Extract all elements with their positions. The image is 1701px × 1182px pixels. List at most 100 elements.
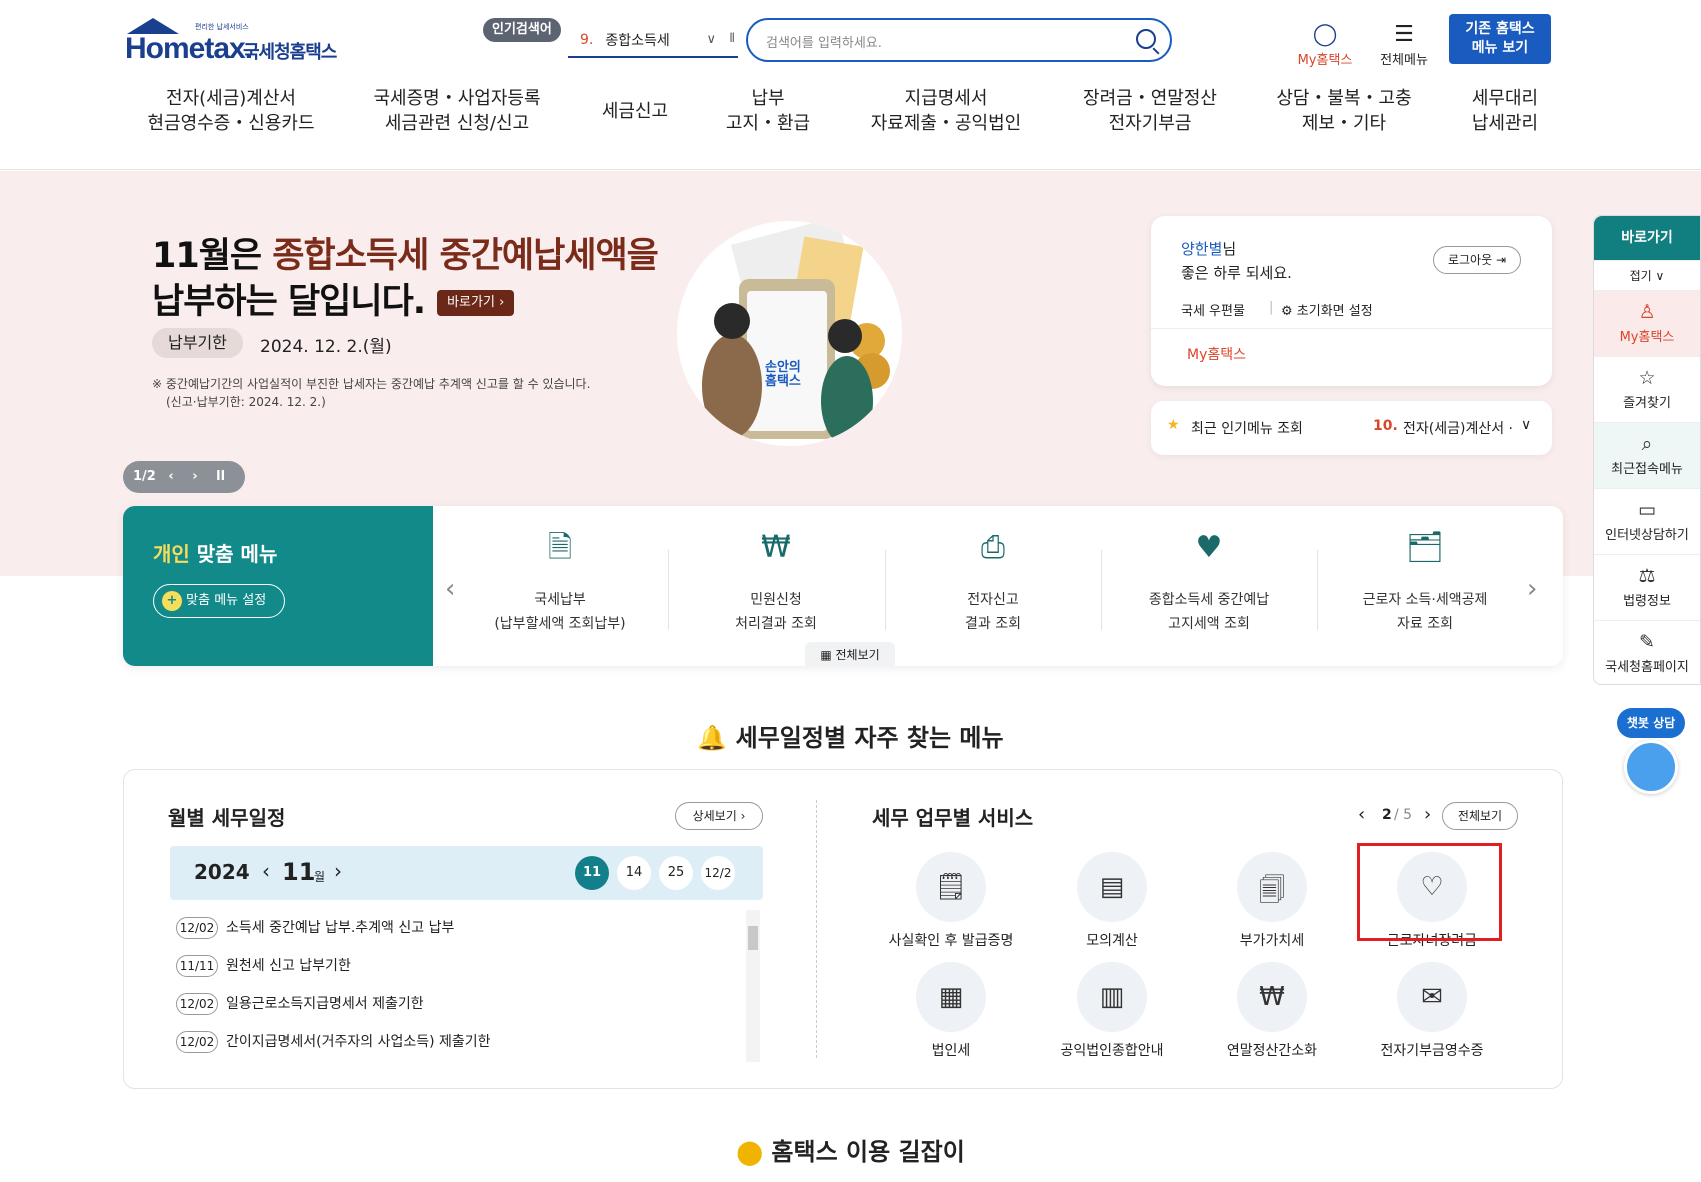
gnb-item-einvoice[interactable]: 전자(세금)계산서 현금영수증・신용카드 <box>146 86 316 136</box>
prev-arrow-icon[interactable]: ‹ <box>168 469 173 484</box>
rail-item-label: 최근접속메뉴 <box>1611 462 1683 477</box>
rail-item-my-hometax[interactable]: ♙ My홈택스 <box>1594 290 1700 356</box>
popular-search-ticker[interactable]: 9. 종합소득세 ∨ ll <box>568 24 738 58</box>
rail-item-law[interactable]: ⚖ 법령정보 <box>1594 554 1700 620</box>
gnb-item-tax-report[interactable]: 세금신고 <box>590 99 680 124</box>
next-page-icon[interactable]: › <box>1424 804 1431 825</box>
next-arrow-icon[interactable]: › <box>192 469 197 484</box>
mailbox-link[interactable]: 국세 우편물 <box>1181 300 1245 319</box>
guide-title: ⬤ 홈택스 이용 길잡이 <box>0 1132 1701 1167</box>
user-name: 양한별님 <box>1181 238 1236 259</box>
day-pill[interactable]: 25 <box>659 856 693 890</box>
service-vat[interactable]: 🗐 부가가치세 <box>1197 852 1347 950</box>
chevron-down-icon[interactable]: ∨ <box>1521 417 1531 433</box>
logout-button[interactable]: 로그아웃 ⇥ <box>1433 246 1521 274</box>
search-icon[interactable] <box>1136 29 1156 49</box>
pause-icon[interactable]: ll <box>729 31 735 45</box>
service-year-end[interactable]: ₩ 연말정산간소화 <box>1197 962 1347 1060</box>
service-mock-calc[interactable]: ▤ 모의계산 <box>1037 852 1187 950</box>
rail-fold-button[interactable]: 접기 ∨ <box>1594 260 1700 290</box>
all-menu-button[interactable]: ☰ 전체메뉴 <box>1374 22 1434 68</box>
services-view-all-button[interactable]: 전체보기 <box>1442 802 1518 830</box>
schedule-row[interactable]: 12/02 소득세 중간예납 납부.추계액 신고 납부 <box>176 917 454 939</box>
day-pill[interactable]: 12/2 <box>701 856 735 890</box>
search-input[interactable]: 검색어를 입력하세요. <box>746 18 1172 62</box>
my-hometax-button[interactable]: ◯ My홈택스 <box>1292 22 1358 68</box>
gnb-item-consult[interactable]: 상담・불복・고충 제보・기타 <box>1269 86 1419 136</box>
hometax-logo[interactable]: 편리한 납세서비스 Hometax. 국세청홈택스 <box>125 18 345 65</box>
quick-item-line1: 종합소득세 중간예납 <box>1148 592 1270 608</box>
quick-menu-setting-label: 맞춤 메뉴 설정 <box>186 593 267 608</box>
service-public-interest[interactable]: ▥ 공익법인종합안내 <box>1037 962 1187 1060</box>
popular-menu-item[interactable]: 전자(세금)계산서 · <box>1403 418 1513 438</box>
schedule-date: 12/02 <box>176 917 218 939</box>
gnb-item-certificate[interactable]: 국세증명・사업자등록 세금관련 신청/신고 <box>372 86 542 136</box>
schedule-text: 간이지급명세서(거주자의 사업소득) 제출기한 <box>226 1034 491 1050</box>
gnb-line1: 장려금・연말정산 <box>1083 88 1217 109</box>
popular-menu-ticker[interactable]: ★ 최근 인기메뉴 조회 10. 전자(세금)계산서 · ∨ <box>1151 401 1552 455</box>
quick-menu-setting-button[interactable]: + 맞춤 메뉴 설정 <box>153 584 285 618</box>
chevron-down-icon[interactable]: ∨ <box>706 32 716 47</box>
logout-icon: ⇥ <box>1495 253 1507 267</box>
day-pill[interactable]: 14 <box>617 856 651 890</box>
edit-icon: ✎ <box>1639 631 1655 653</box>
grid-icon: ▦ <box>820 648 832 662</box>
popular-term[interactable]: 종합소득세 <box>605 30 669 50</box>
service-label: 연말정산간소화 <box>1226 1043 1318 1059</box>
quick-menu-title-rest: 맞춤 메뉴 <box>189 542 278 566</box>
calculator-icon: ▤ <box>1077 852 1147 922</box>
rail-item-consult[interactable]: ▭ 인터넷상담하기 <box>1594 488 1700 554</box>
rail-item-recent[interactable]: ⌕ 최근접속메뉴 <box>1594 422 1700 488</box>
old-menu-line2: 메뉴 보기 <box>1471 40 1529 56</box>
quick-item-efiling-result[interactable]: ⎙ 전자신고 결과 조회 <box>885 533 1101 636</box>
hamburger-icon: ☰ <box>1394 22 1414 47</box>
quick-item-civil-result[interactable]: ₩ 민원신청 처리결과 조회 <box>668 533 884 636</box>
service-corporate-tax[interactable]: ▦ 법인세 <box>876 962 1026 1060</box>
schedule-detail-label: 상세보기 <box>692 809 737 823</box>
gnb-line1: 세무대리 <box>1471 88 1539 109</box>
gnb-item-statement[interactable]: 지급명세서 자료제출・공익법인 <box>866 86 1026 136</box>
quick-item-tax-payment[interactable]: 🗎 국세납부 (납부할세액 조회납부) <box>452 533 668 636</box>
schedule-row[interactable]: 12/02 일용근로소득지급명세서 제출기한 <box>176 993 424 1015</box>
popular-menu-rank: 10. <box>1373 418 1398 434</box>
gnb-line2: 자료제출・공익법인 <box>870 113 1022 134</box>
old-menu-button[interactable]: 기존 홈택스 메뉴 보기 <box>1449 14 1551 64</box>
plus-icon: + <box>162 591 182 611</box>
quick-item-line2: (납부할세액 조회납부) <box>494 616 626 632</box>
service-fact-certificate[interactable]: 🗒 사실확인 후 발급증명 <box>876 852 1026 950</box>
schedule-text: 원천세 신고 납부기한 <box>226 958 351 974</box>
quick-view-all-button[interactable]: ▦ 전체보기 <box>805 642 895 666</box>
prev-page-icon[interactable]: ‹ <box>1358 804 1365 825</box>
gnb-line1: 상담・불복・고충 <box>1276 88 1412 109</box>
schedule-row[interactable]: 12/02 간이지급명세서(거주자의 사업소득) 제출기한 <box>176 1031 491 1053</box>
my-hometax-link[interactable]: My홈택스 <box>1187 344 1246 364</box>
banner-go-button[interactable]: 바로가기 › <box>437 290 515 316</box>
banner-title-line2: 납부하는 달입니다. <box>152 282 426 322</box>
personal-quick-menu: 개인 맞춤 메뉴 + 맞춤 메뉴 설정 ‹ › 🗎 국세납부 (납부할세액 조회납부… <box>123 506 1563 666</box>
gnb-item-agent[interactable]: 세무대리 납세관리 <box>1460 86 1550 136</box>
gnb-item-payment[interactable]: 납부 고지・환급 <box>718 86 818 136</box>
pause-icon[interactable]: ll <box>216 469 225 484</box>
quick-item-deduction-data[interactable]: 🗂 근로자 소득·세액공제 자료 조회 <box>1317 533 1533 636</box>
gnb-line2: 세금관련 신청/신고 <box>384 113 530 134</box>
schedule-date: 12/02 <box>176 993 218 1015</box>
gnb-item-incentive[interactable]: 장려금・연말정산 전자기부금 <box>1075 86 1225 136</box>
user-name-value: 양한별 <box>1181 240 1223 258</box>
next-month-icon[interactable]: › <box>334 859 342 883</box>
user-icon: ♙ <box>1638 301 1656 323</box>
slide-counter: 1/2 <box>133 469 156 484</box>
scrollbar-thumb[interactable] <box>748 926 758 950</box>
quick-menu-title: 개인 맞춤 메뉴 <box>153 538 277 567</box>
quick-item-interim-tax[interactable]: ♥ 종합소득세 중간예납 고지세액 조회 <box>1101 533 1317 636</box>
rail-item-favorites[interactable]: ☆ 즐겨찾기 <box>1594 356 1700 422</box>
reset-home-link[interactable]: ⚙ 초기화면 설정 <box>1281 300 1373 319</box>
schedule-detail-button[interactable]: 상세보기 › <box>675 802 763 830</box>
rail-item-nts-home[interactable]: ✎ 국세청홈페이지 <box>1594 620 1700 686</box>
day-pill-selected[interactable]: 11 <box>575 856 609 890</box>
service-donation-receipt[interactable]: ✉ 전자기부금영수증 <box>1357 962 1507 1060</box>
star-icon: ★ <box>1167 417 1180 433</box>
banner-note: ※ 중간예납기간의 사업실적이 부진한 납세자는 중간예납 추계액 신고를 할 … <box>152 375 590 411</box>
schedule-scrollbar[interactable] <box>746 910 760 1062</box>
schedule-row[interactable]: 11/11 원천세 신고 납부기한 <box>176 955 351 977</box>
prev-month-icon[interactable]: ‹ <box>262 859 270 883</box>
